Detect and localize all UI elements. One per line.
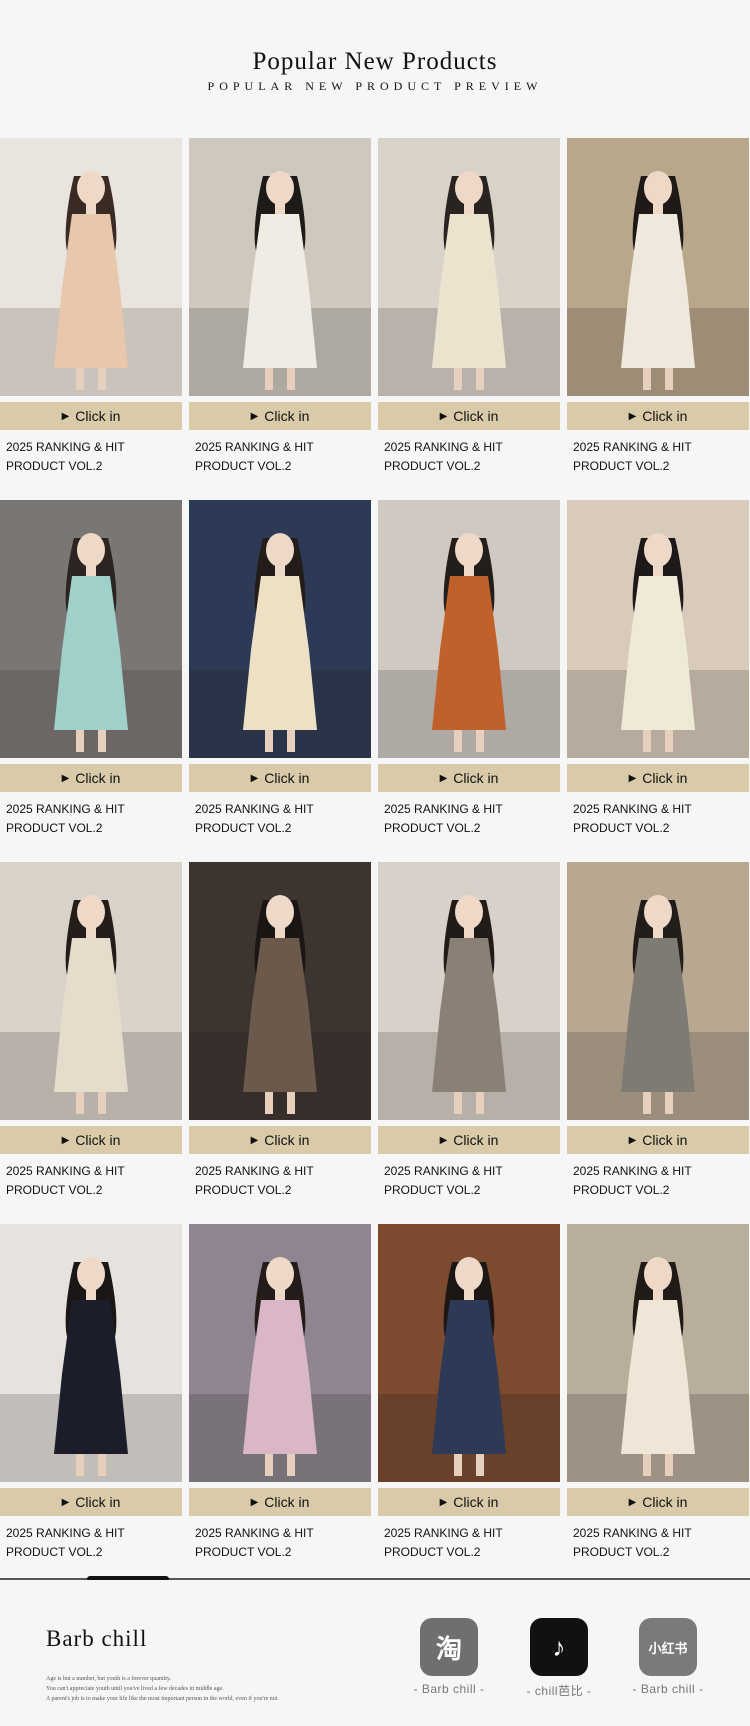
play-icon: ▶ [61, 1496, 70, 1508]
product-photo[interactable] [0, 1224, 182, 1482]
click-in-label: Click in [264, 1494, 310, 1510]
click-in-label: Click in [264, 1132, 310, 1148]
click-in-button[interactable]: ▶ Click in [189, 1488, 371, 1516]
product-photo[interactable] [378, 138, 560, 396]
click-in-label: Click in [264, 770, 310, 786]
play-icon: ▶ [250, 410, 259, 422]
product-caption: 2025 RANKING & HIT PRODUCT VOL.2 [6, 440, 125, 473]
play-icon: ▶ [61, 1134, 70, 1146]
play-icon: ▶ [250, 772, 259, 784]
page-header: Popular New Products POPULAR NEW PRODUCT… [0, 0, 750, 138]
product-caption: 2025 RANKING & HIT PRODUCT VOL.2 [195, 802, 314, 835]
click-in-button[interactable]: ▶ Click in [567, 764, 749, 792]
product-photo[interactable] [189, 1224, 371, 1482]
product-photo[interactable] [567, 500, 749, 758]
product-caption: 2025 RANKING & HIT PRODUCT VOL.2 [384, 1526, 503, 1559]
product-photo[interactable] [0, 138, 182, 396]
click-in-label: Click in [642, 1132, 688, 1148]
click-in-label: Click in [453, 408, 499, 424]
click-in-button[interactable]: ▶ Click in [0, 1126, 182, 1154]
play-icon: ▶ [439, 772, 448, 784]
click-in-label: Click in [642, 1494, 688, 1510]
product-photo[interactable] [0, 500, 182, 758]
slogan-line: Age is but a number, but youth is a fore… [46, 1676, 172, 1682]
click-in-label: Click in [75, 1494, 121, 1510]
product-caption: 2025 RANKING & HIT PRODUCT VOL.2 [384, 1164, 503, 1197]
click-in-label: Click in [453, 1132, 499, 1148]
product-caption: 2025 RANKING & HIT PRODUCT VOL.2 [195, 1526, 314, 1559]
play-icon: ▶ [439, 1496, 448, 1508]
play-icon: ▶ [628, 1134, 637, 1146]
product-photo[interactable] [567, 862, 749, 1120]
play-icon: ▶ [61, 772, 70, 784]
slogan-line: You can't appreciate youth until you've … [46, 1686, 224, 1692]
click-in-button[interactable]: ▶ Click in [567, 1488, 749, 1516]
product-caption: 2025 RANKING & HIT PRODUCT VOL.2 [384, 802, 503, 835]
click-in-button[interactable]: ▶ Click in [0, 1488, 182, 1516]
click-in-label: Click in [453, 1494, 499, 1510]
product-photo[interactable] [189, 500, 371, 758]
page-subtitle: POPULAR NEW PRODUCT PREVIEW [207, 79, 543, 93]
click-in-button[interactable]: ▶ Click in [0, 764, 182, 792]
product-photo[interactable] [567, 138, 749, 396]
click-in-label: Click in [75, 770, 121, 786]
click-in-label: Click in [75, 408, 121, 424]
brand-logo: Barb chill [46, 1626, 148, 1651]
product-caption: 2025 RANKING & HIT PRODUCT VOL.2 [195, 440, 314, 473]
click-in-button[interactable]: ▶ Click in [567, 402, 749, 430]
slogan-line: A parent's job is to make your life like… [46, 1696, 279, 1702]
click-in-button[interactable]: ▶ Click in [378, 1126, 560, 1154]
product-photo[interactable] [378, 862, 560, 1120]
taobao-icon: 淘 [420, 1618, 478, 1676]
product-caption: 2025 RANKING & HIT PRODUCT VOL.2 [573, 1164, 692, 1197]
product-photo[interactable] [0, 862, 182, 1120]
tiktok-link[interactable]: ♪ - chill芭比 - [504, 1618, 614, 1699]
click-in-button[interactable]: ▶ Click in [378, 764, 560, 792]
click-in-button[interactable]: ▶ Click in [567, 1126, 749, 1154]
click-in-button[interactable]: ▶ Click in [189, 764, 371, 792]
product-photo[interactable] [378, 1224, 560, 1482]
product-caption: 2025 RANKING & HIT PRODUCT VOL.2 [573, 1526, 692, 1559]
play-icon: ▶ [439, 1134, 448, 1146]
xiaohongshu-icon: 小红书 [639, 1618, 697, 1676]
play-icon: ▶ [250, 1134, 259, 1146]
product-caption: 2025 RANKING & HIT PRODUCT VOL.2 [195, 1164, 314, 1197]
xiaohongshu-link[interactable]: 小红书 - Barb chill - [613, 1618, 723, 1696]
click-in-button[interactable]: ▶ Click in [0, 402, 182, 430]
product-photo[interactable] [189, 138, 371, 396]
play-icon: ▶ [61, 410, 70, 422]
product-caption: 2025 RANKING & HIT PRODUCT VOL.2 [6, 802, 125, 835]
click-in-label: Click in [75, 1132, 121, 1148]
play-icon: ▶ [628, 1496, 637, 1508]
page-title: Popular New Products [252, 48, 498, 75]
click-in-button[interactable]: ▶ Click in [189, 1126, 371, 1154]
product-caption: 2025 RANKING & HIT PRODUCT VOL.2 [6, 1526, 125, 1559]
click-in-button[interactable]: ▶ Click in [378, 1488, 560, 1516]
product-caption: 2025 RANKING & HIT PRODUCT VOL.2 [6, 1164, 125, 1197]
product-caption: 2025 RANKING & HIT PRODUCT VOL.2 [384, 440, 503, 473]
click-in-button[interactable]: ▶ Click in [378, 402, 560, 430]
app-label: - Barb chill - [413, 1682, 485, 1696]
product-photo[interactable] [567, 1224, 749, 1482]
click-in-label: Click in [453, 770, 499, 786]
app-label: - Barb chill - [632, 1682, 704, 1696]
product-caption: 2025 RANKING & HIT PRODUCT VOL.2 [573, 802, 692, 835]
click-in-label: Click in [642, 408, 688, 424]
app-label: - chill芭比 - [526, 1684, 592, 1698]
product-photo[interactable] [378, 500, 560, 758]
product-caption: 2025 RANKING & HIT PRODUCT VOL.2 [573, 440, 692, 473]
play-icon: ▶ [628, 772, 637, 784]
play-icon: ▶ [250, 1496, 259, 1508]
footer: Barb chill Age is but a number, but yout… [0, 1580, 750, 1726]
play-icon: ▶ [628, 410, 637, 422]
product-photo[interactable] [189, 862, 371, 1120]
taobao-link[interactable]: 淘 - Barb chill - [394, 1618, 504, 1696]
click-in-label: Click in [642, 770, 688, 786]
click-in-button[interactable]: ▶ Click in [189, 402, 371, 430]
click-in-label: Click in [264, 408, 310, 424]
tiktok-icon: ♪ [530, 1618, 588, 1676]
play-icon: ▶ [439, 410, 448, 422]
